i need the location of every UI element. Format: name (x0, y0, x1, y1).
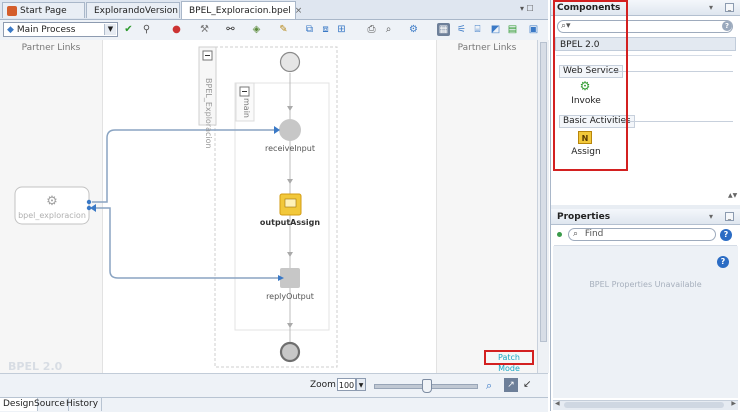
settings-icon[interactable]: ⚙ (407, 23, 420, 36)
tab-list-icon[interactable]: ▾ ☐ (520, 4, 534, 13)
pane-menu-icon[interactable]: ▾ (709, 212, 713, 221)
right-panel: Components _ ▾ ⌕▾ ? BPEL 2.0 Web Service… (550, 0, 740, 411)
collapse-arrow-icon[interactable]: ↙ (523, 379, 531, 390)
hierarchy-icon[interactable]: ⚲ (140, 23, 153, 36)
variables-icon[interactable]: ⌸ (471, 23, 484, 36)
zoom-slider-handle[interactable] (422, 379, 432, 393)
tab-label: ExplorandoVersion (94, 5, 178, 16)
bpel-canvas[interactable]: Partner Links Partner Links ⚙ BPEL_Explo… (0, 40, 537, 373)
activity-label-assign[interactable]: outputAssign (245, 218, 335, 227)
process-select[interactable]: ◆ Main Process ▼ (3, 22, 118, 37)
editor-view-tabs: Design Source History (0, 397, 548, 412)
layout-icon[interactable]: ⧉ (303, 23, 316, 36)
patch-mode-indicator[interactable]: Patch Mode (484, 350, 534, 373)
tab-label: BPEL_Exploracion.bpel (189, 5, 291, 16)
print-icon[interactable]: ⎙ (365, 23, 378, 36)
sensor-icon[interactable]: ⚟ (455, 23, 468, 36)
zoom-fit-icon[interactable]: ⌕ (486, 379, 492, 393)
chevron-down-icon: ▼ (104, 24, 116, 35)
properties-hscroll[interactable]: ◀ ▶ (553, 400, 738, 410)
properties-body: ? BPEL Properties Unavailable (553, 246, 738, 398)
properties-title: Properties (557, 212, 611, 222)
expand-icon[interactable]: ◈ (250, 23, 263, 36)
minimize-icon[interactable]: _ (725, 3, 734, 12)
scope-outline (214, 46, 338, 368)
design-view-icon[interactable]: ▦ (437, 23, 450, 36)
delete-icon[interactable]: ● (170, 23, 183, 36)
partner-link-label[interactable]: bpel_exploracion (15, 211, 89, 220)
zoom-label: Zoom: (310, 380, 339, 390)
properties-search-input[interactable]: ⌕ Find (568, 228, 716, 241)
scroll-arrows-icon[interactable]: ▲▼ (728, 192, 737, 199)
zoom-bar: Zoom: 100 ▼ ⌕ ↗ ↙ (0, 373, 548, 398)
svg-text:⚙: ⚙ (46, 194, 58, 209)
process-select-value: Main Process (16, 24, 76, 35)
activity-label-reply[interactable]: replyOutput (245, 292, 335, 301)
end-node (279, 341, 301, 363)
zoom-icon[interactable]: ✎ (277, 23, 290, 36)
scrollbar-thumb[interactable] (540, 42, 547, 342)
chevron-down-icon[interactable]: ▼ (356, 378, 366, 391)
tab-explorandoversion[interactable]: ExplorandoVersion (86, 2, 180, 18)
collapse-icon[interactable]: ⧈ (319, 23, 332, 36)
tab-history[interactable]: History (63, 398, 103, 411)
receive-connection (92, 129, 278, 203)
find-placeholder: Find (584, 229, 604, 239)
activity-label-receive[interactable]: receiveInput (245, 144, 335, 153)
help-icon[interactable]: ? (720, 229, 732, 241)
validation-icon[interactable]: ◩ (489, 23, 502, 36)
receive-input-node (279, 119, 301, 141)
close-icon[interactable]: × (295, 6, 303, 16)
tab-start-page[interactable]: Start Page (2, 2, 85, 18)
clear-search-icon[interactable]: ? (722, 21, 732, 31)
properties-pane: Properties _ ▾ ⌕ Find ? ? BPEL Propertie… (551, 209, 740, 411)
editor-tab-bar: Start Page ExplorandoVersion BPEL_Explor… (0, 0, 548, 20)
grid-icon[interactable]: ⊞ (335, 23, 348, 36)
sequence-label: main (242, 98, 251, 118)
tab-label: Start Page (20, 5, 67, 16)
components-highlight (553, 0, 628, 171)
start-node (279, 51, 301, 73)
process-diagram: ⚙ (14, 46, 338, 368)
start-page-icon (7, 5, 17, 16)
help-icon[interactable]: ? (717, 256, 729, 268)
search-icon[interactable]: ⌕ (382, 23, 395, 36)
validate-icon[interactable]: ✔ (122, 23, 135, 36)
overview-icon[interactable]: ▣ (527, 23, 540, 36)
chart-icon[interactable]: ▤ (506, 23, 519, 36)
find-icon[interactable]: ⚯ (224, 23, 237, 36)
pane-menu-icon[interactable]: ▾ (709, 3, 713, 12)
toolbar: ◆ Main Process ▼ ✔ ⚲ ● ⚒ ⚯ ◈ ✎ ⧉ ⧈ ⊞ ⎙ ⌕… (0, 20, 548, 41)
tools-icon[interactable]: ⚒ (198, 23, 211, 36)
bpel-version-watermark: BPEL 2.0 (8, 360, 63, 373)
status-dot-icon (557, 232, 562, 237)
zoom-input[interactable]: 100 (337, 378, 356, 391)
search-icon: ⌕ (573, 229, 579, 239)
scope-label: BPEL_Exploracion (204, 78, 213, 149)
minimize-icon[interactable]: _ (725, 212, 734, 221)
expand-arrow-icon[interactable]: ↗ (504, 378, 518, 392)
vertical-scrollbar[interactable] (537, 40, 549, 373)
process-icon: ◆ (7, 24, 14, 35)
tab-bpel-exploracion[interactable]: BPEL_Exploracion.bpel × (181, 1, 302, 19)
properties-empty-message: BPEL Properties Unavailable (589, 280, 702, 289)
